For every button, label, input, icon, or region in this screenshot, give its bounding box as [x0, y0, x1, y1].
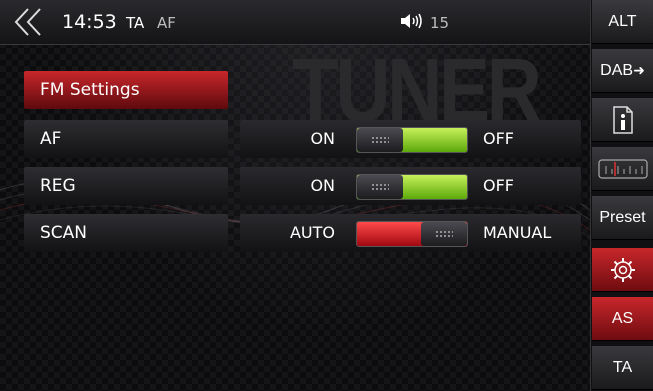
back-chevron-icon[interactable] [10, 5, 50, 39]
ta-indicator: TA [126, 14, 145, 32]
scan-toggle[interactable] [356, 221, 468, 247]
volume-icon [401, 13, 422, 29]
af-indicator: AF [157, 14, 176, 32]
volume-level: 15 [430, 14, 450, 32]
info-button[interactable] [592, 98, 653, 142]
ta-button[interactable]: TA [592, 346, 653, 390]
alt-label: ALT [608, 12, 637, 30]
preset-label: Preset [599, 208, 646, 226]
af-toggle-knob[interactable] [357, 128, 403, 152]
scan-label: SCAN [40, 223, 88, 243]
af-label: AF [40, 129, 62, 149]
clock: 14:53 [62, 11, 117, 33]
info-document-icon [612, 105, 633, 134]
af-on-option[interactable]: ON [310, 120, 335, 158]
reg-toggle[interactable] [356, 174, 468, 200]
preset-button[interactable]: Preset [592, 196, 653, 240]
arrow-right-icon: ➜ [633, 62, 645, 78]
scan-toggle-row[interactable]: AUTO MANUAL [240, 214, 581, 252]
reg-on-option[interactable]: ON [310, 167, 335, 205]
reg-toggle-row[interactable]: ON OFF [240, 167, 581, 205]
reg-off-option[interactable]: OFF [483, 167, 514, 205]
as-label: AS [611, 309, 634, 327]
reg-label: REG [40, 176, 76, 196]
scan-manual-option[interactable]: MANUAL [483, 214, 551, 252]
scan-auto-option[interactable]: AUTO [290, 214, 335, 252]
ta-label: TA [612, 358, 633, 376]
status-bar: 14:53 TA AF 15 [0, 0, 590, 45]
af-row-label: AF [24, 120, 228, 158]
fm-settings-title: FM Settings [24, 71, 228, 109]
tuning-scale-button[interactable] [592, 147, 653, 191]
scan-toggle-knob[interactable] [421, 222, 467, 246]
scan-row-label: SCAN [24, 214, 228, 252]
af-off-option[interactable]: OFF [483, 120, 514, 158]
af-toggle-row[interactable]: ON OFF [240, 120, 581, 158]
gear-icon [610, 257, 635, 282]
settings-button[interactable] [592, 248, 653, 292]
af-toggle[interactable] [356, 127, 468, 153]
dab-button[interactable]: DAB ➜ [592, 49, 653, 93]
alt-button[interactable]: ALT [592, 0, 653, 44]
tuning-scale-icon [597, 158, 648, 179]
dab-label: DAB [600, 61, 634, 79]
as-button[interactable]: AS [592, 297, 653, 341]
reg-row-label: REG [24, 167, 228, 205]
reg-toggle-knob[interactable] [357, 175, 403, 199]
fm-settings-label: FM Settings [40, 80, 140, 100]
right-sidebar: ALT DAB ➜ Preset AS TA [590, 0, 653, 391]
